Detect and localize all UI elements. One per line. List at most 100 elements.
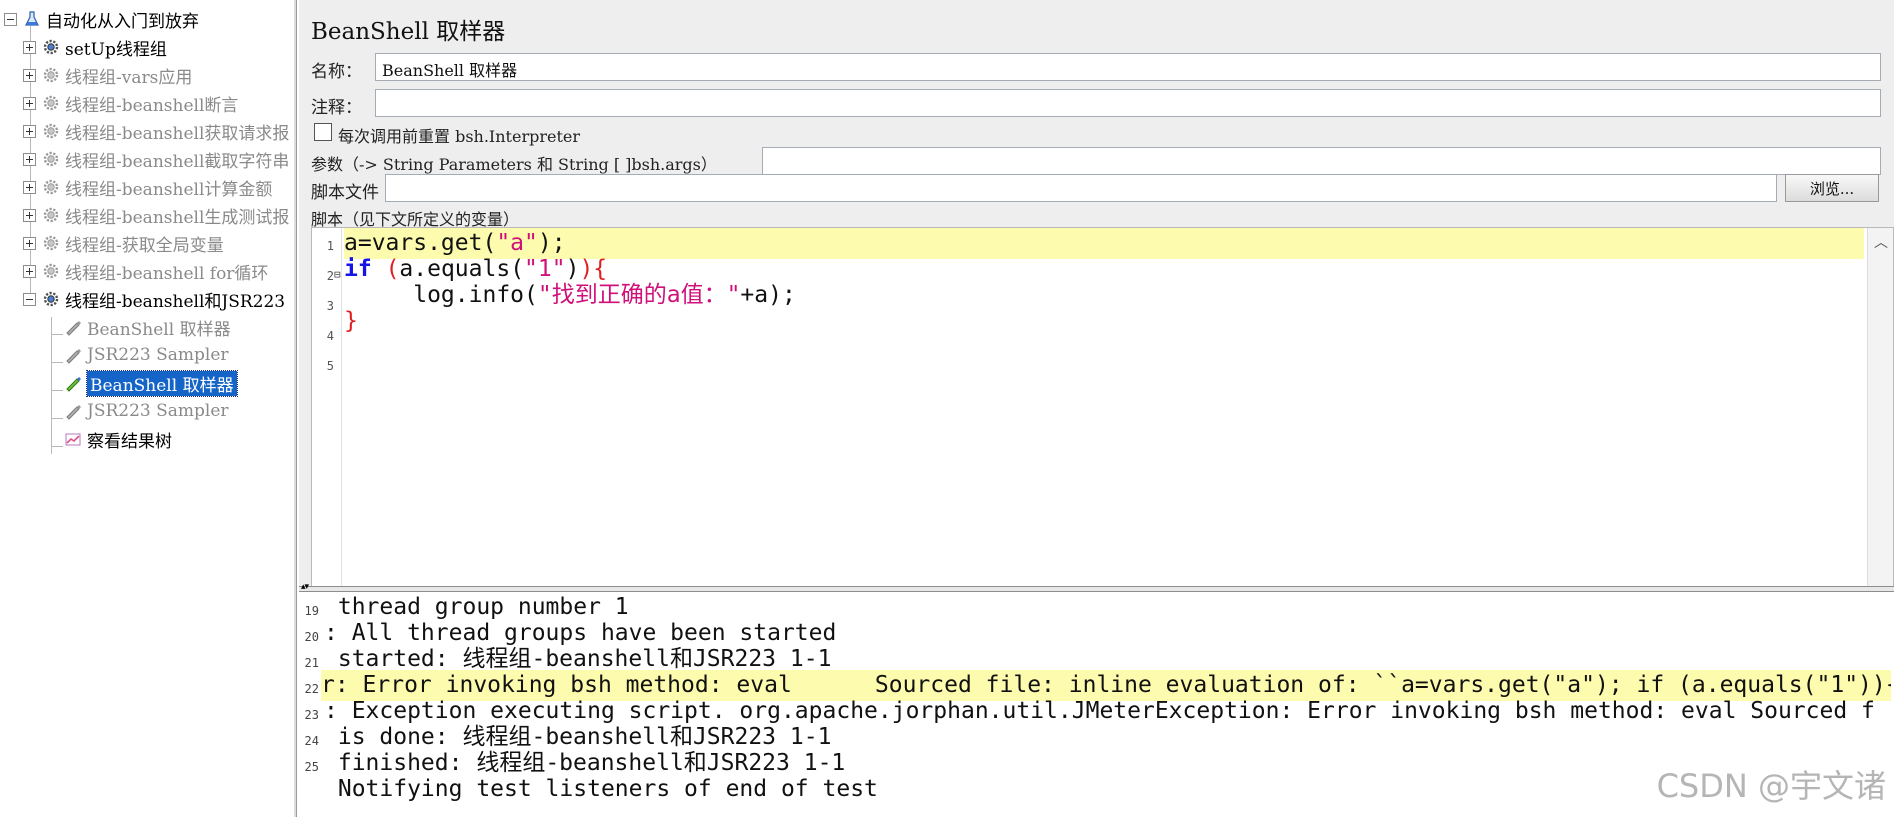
tree-node-sampler-selected[interactable]: BeanShell 取样器	[58, 369, 238, 397]
scroll-up-icon[interactable]: ︿	[1874, 232, 1888, 252]
gear-icon	[43, 263, 59, 279]
log-line-number: 23	[304, 708, 319, 722]
tree-node-thread-group[interactable]: 线程组-beanshell断言	[23, 90, 238, 116]
name-field[interactable]: BeanShell 取样器	[375, 53, 1881, 81]
collapse-icon[interactable]	[4, 12, 17, 26]
script-file-label: 脚本文件	[311, 183, 379, 203]
tree-node-root[interactable]: 自动化从入门到放弃	[4, 6, 199, 32]
tree-node-thread-group[interactable]: 线程组-beanshell for循环	[23, 258, 268, 284]
tree-node-label: 线程组-beanshell for循环	[65, 263, 269, 284]
line-number: 5	[326, 359, 334, 373]
code-token: "找到正确的a值："	[537, 282, 741, 308]
fold-collapse-icon[interactable]: ⊟	[334, 268, 341, 281]
log-line-number: 21	[304, 656, 319, 670]
parameters-field[interactable]	[762, 147, 1881, 175]
pencil-icon	[66, 377, 81, 392]
expand-icon[interactable]	[23, 152, 36, 166]
code-token: }	[344, 308, 358, 334]
tree-connector	[51, 317, 52, 454]
tree-node-label: 察看结果树	[87, 431, 172, 452]
script-file-field[interactable]	[385, 174, 1777, 202]
reset-interpreter-label: 每次调用前重置 bsh.Interpreter	[338, 127, 581, 146]
tree-node-label: 线程组-beanshell生成测试报	[65, 207, 290, 228]
tree-node-label: 自动化从入门到放弃	[46, 11, 199, 32]
log-line-number: 25	[304, 760, 319, 774]
pencil-icon	[66, 405, 81, 420]
expand-icon[interactable]	[23, 124, 36, 138]
comment-label: 注释：	[311, 98, 362, 118]
code-token: +a);	[740, 282, 796, 308]
tree-node-label: 线程组-beanshell断言	[65, 95, 239, 116]
code-token: a.equals(	[399, 256, 525, 282]
test-plan-flask-icon	[25, 11, 39, 26]
gear-icon	[43, 151, 59, 167]
sampler-editor-panel: BeanShell 取样器 名称： BeanShell 取样器 注释： 每次调用…	[299, 0, 1894, 588]
tree-node-label: 线程组-vars应用	[65, 67, 193, 88]
browse-button[interactable]: 浏览...	[1785, 174, 1879, 202]
expand-icon[interactable]	[23, 208, 36, 222]
line-number: 2	[326, 269, 334, 283]
gear-icon	[43, 235, 59, 251]
line-number-gutter: 1 2 ⊟ 3 4 5	[312, 228, 342, 587]
tree-node-label: JSR223 Sampler	[87, 345, 229, 365]
tree-node-thread-group[interactable]: 线程组-vars应用	[23, 62, 192, 88]
tree-node-label: 线程组-beanshell和JSR223	[65, 291, 286, 312]
code-token: "a"	[496, 230, 538, 256]
gear-icon	[43, 95, 59, 111]
log-line-number: 19	[304, 604, 319, 618]
expand-icon[interactable]	[23, 264, 36, 278]
code-token: );	[537, 230, 566, 256]
expand-icon[interactable]	[23, 40, 36, 54]
tree-node-listener[interactable]: 察看结果树	[58, 426, 172, 452]
tree-node-thread-group[interactable]: 线程组-beanshell和JSR223	[23, 286, 285, 312]
pencil-icon	[66, 349, 81, 364]
tree-node-label: 线程组-beanshell截取字符串	[65, 151, 290, 172]
expand-icon[interactable]	[23, 180, 36, 194]
line-number: 4	[326, 329, 334, 343]
tree-node-label: 线程组-获取全局变量	[65, 235, 224, 256]
tree-node-sampler[interactable]: JSR223 Sampler	[58, 342, 229, 368]
tree-node-thread-group[interactable]: 线程组-获取全局变量	[23, 230, 224, 256]
tree-node-label: BeanShell 取样器	[87, 319, 231, 340]
expand-icon[interactable]	[23, 236, 36, 250]
gear-icon	[43, 179, 59, 195]
test-plan-tree[interactable]: 自动化从入门到放弃 setUp线程组 线程组-vars应用 线程组-beansh…	[0, 0, 297, 817]
tree-node-thread-group[interactable]: 线程组-beanshell生成测试报	[23, 202, 289, 228]
reset-interpreter-checkbox[interactable]	[314, 123, 332, 141]
gear-icon	[43, 207, 59, 223]
tree-node-label: JSR223 Sampler	[87, 401, 229, 421]
code-token: "1"	[524, 256, 566, 282]
expand-icon[interactable]	[23, 96, 36, 110]
tree-node-thread-group[interactable]: setUp线程组	[23, 34, 167, 60]
code-token: (	[385, 256, 400, 282]
code-line[interactable]: }	[344, 306, 358, 337]
code-token: )	[565, 256, 580, 282]
tree-node-thread-group[interactable]: 线程组-beanshell计算金额	[23, 174, 272, 200]
collapse-icon[interactable]	[23, 292, 36, 306]
gear-icon	[43, 291, 59, 307]
log-console[interactable]: 19 thread group number 1 20 : All thread…	[299, 592, 1894, 817]
tree-node-sampler[interactable]: BeanShell 取样器	[58, 314, 231, 340]
pencil-icon	[66, 321, 81, 336]
tree-node-label: 线程组-beanshell获取请求报	[65, 123, 290, 144]
script-code-editor[interactable]: 1 2 ⊟ 3 4 5 a=vars.get("a"); if (a.equal…	[311, 227, 1894, 588]
expand-icon[interactable]	[23, 68, 36, 82]
gear-icon	[43, 123, 59, 139]
code-line[interactable]: log.info("找到正确的a值："+a);	[344, 280, 796, 311]
code-token: if	[344, 256, 372, 282]
tree-node-sampler[interactable]: JSR223 Sampler	[58, 398, 229, 424]
code-token: ){	[579, 256, 608, 282]
vertical-scrollbar[interactable]: ︿	[1867, 228, 1893, 587]
tree-node-thread-group[interactable]: 线程组-beanshell获取请求报	[23, 118, 289, 144]
log-line-number: 20	[304, 630, 319, 644]
code-token: log.info(	[344, 282, 538, 308]
tree-node-label: BeanShell 取样器	[86, 369, 238, 397]
comment-field[interactable]	[375, 89, 1881, 117]
parameters-label: 参数（-> String Parameters 和 String [ ]bsh.…	[311, 155, 717, 174]
code-token: a=vars.get(	[344, 230, 497, 256]
name-label: 名称：	[311, 62, 362, 82]
tree-node-thread-group[interactable]: 线程组-beanshell截取字符串	[23, 146, 289, 172]
splitter-arrows-icon[interactable]: ▴▾	[301, 582, 309, 592]
chart-icon	[65, 433, 81, 446]
